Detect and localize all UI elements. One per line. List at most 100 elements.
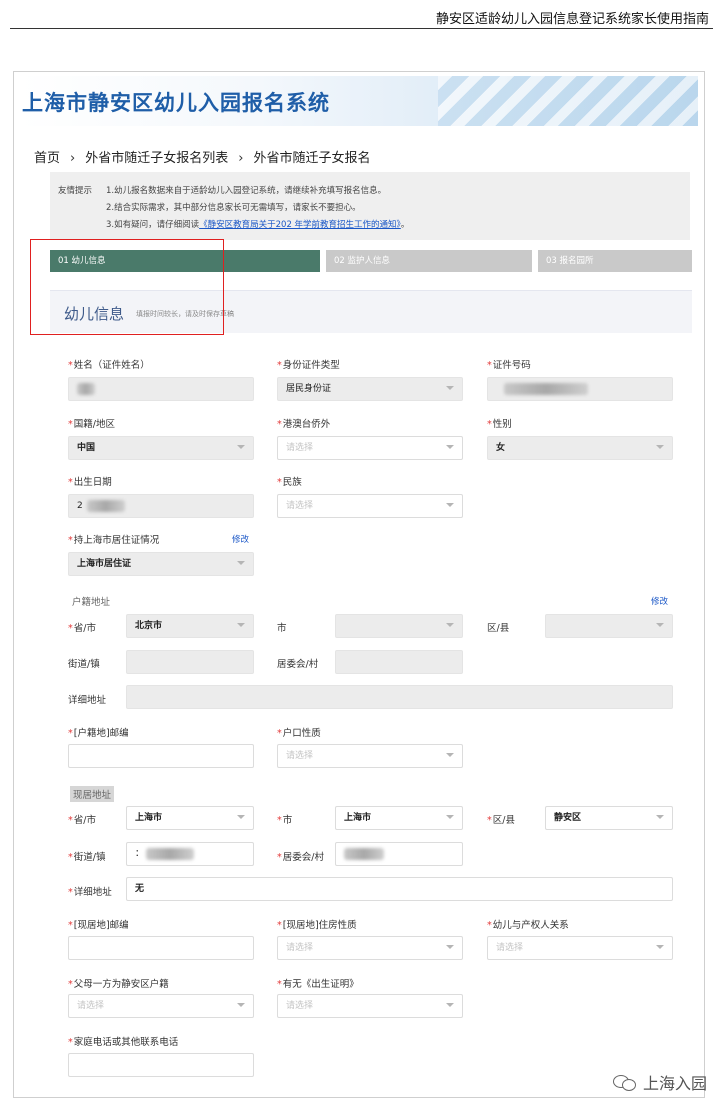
residence-permit-select[interactable]: 上海市居住证: [68, 552, 254, 576]
ethnicity-select[interactable]: 请选择: [277, 494, 463, 518]
hukou-street-input[interactable]: [126, 650, 254, 674]
site-title: 上海市静安区幼儿入园报名系统: [22, 91, 330, 115]
gender-select[interactable]: 女: [487, 436, 673, 460]
notice-label: 友情提示: [58, 186, 93, 196]
id-type-select[interactable]: 居民身份证: [277, 377, 463, 401]
chevron-down-icon: [237, 623, 245, 627]
breadcrumb-separator: ›: [70, 151, 76, 166]
residence-permit-edit-link[interactable]: 修改: [232, 533, 249, 545]
birth-cert-select[interactable]: 请选择: [277, 994, 463, 1018]
chevron-down-icon: [656, 945, 664, 949]
breadcrumb-home[interactable]: 首页: [34, 151, 60, 166]
current-zip-label: *[现居地]邮编: [68, 920, 129, 931]
gender-label: *性别: [487, 419, 512, 430]
site-banner: 上海市静安区幼儿入园报名系统: [20, 76, 698, 126]
wechat-icon: [612, 1073, 637, 1091]
parent-hukou-select[interactable]: 请选择: [68, 994, 254, 1018]
redacted-value: [146, 847, 195, 860]
hukou-street-label: 街道/镇: [68, 659, 100, 670]
notice-line-2: 2.结合实际需求，其中部分信息家长可无需填写，请家长不要担心。: [106, 203, 361, 213]
hukou-province-label: *省/市: [68, 623, 96, 634]
watermark: 上海入园: [612, 1070, 707, 1094]
housing-nature-select[interactable]: 请选择: [277, 936, 463, 960]
notice-line-3-prefix: 3.如有疑问，请仔细阅读: [106, 220, 200, 230]
parent-hukou-label: *父母一方为静安区户籍: [68, 979, 169, 990]
id-type-label: *身份证件类型: [277, 360, 340, 371]
notice-line-3-suffix: 。: [400, 220, 410, 230]
step-guardian-info[interactable]: 02 监护人信息: [326, 250, 532, 272]
chevron-down-icon: [656, 815, 664, 819]
chevron-down-icon: [446, 945, 454, 949]
chevron-down-icon: [446, 445, 454, 449]
document-header: 静安区适龄幼儿入园信息登记系统家长使用指南: [0, 0, 721, 30]
birth-date-label: *出生日期: [68, 477, 112, 488]
breadcrumb-current: 外省市随迁子女报名: [253, 151, 371, 166]
chevron-down-icon: [446, 815, 454, 819]
hukou-detail-label: 详细地址: [68, 695, 107, 706]
current-zip-input[interactable]: [68, 936, 254, 960]
notice-box: 友情提示 1.幼儿报名数据来自于适龄幼儿入园登记系统，请继续补充填写报名信息。 …: [50, 172, 690, 240]
current-committee-select[interactable]: [335, 842, 463, 866]
current-district-select[interactable]: 静安区: [545, 806, 673, 830]
current-province-label: *省/市: [68, 815, 96, 826]
hukou-province-select[interactable]: 北京市: [126, 614, 254, 638]
phone-label: *家庭电话或其他联系电话: [68, 1037, 179, 1048]
phone-input[interactable]: [68, 1053, 254, 1077]
id-number-input[interactable]: [487, 377, 673, 401]
current-committee-label: *居委会/村: [277, 852, 324, 863]
redacted-value: [86, 499, 125, 512]
hukou-committee-input[interactable]: [335, 650, 463, 674]
hukou-address-heading: 户籍地址: [72, 597, 111, 608]
chevron-down-icon: [237, 561, 245, 565]
birth-cert-label: *有无《出生证明》: [277, 979, 359, 990]
hukou-detail-input[interactable]: [126, 685, 673, 709]
chevron-down-icon: [446, 386, 454, 390]
ethnicity-label: *民族: [277, 477, 302, 488]
chevron-down-icon: [446, 623, 454, 627]
notice-link[interactable]: 《静安区教育局关于202 年学前教育招生工作的通知》: [199, 220, 401, 230]
current-street-label: *街道/镇: [68, 852, 106, 863]
nationality-label: *国籍/地区: [68, 419, 115, 430]
residence-permit-label: *持上海市居住证情况: [68, 535, 160, 546]
current-street-select[interactable]: ：: [126, 842, 254, 866]
breadcrumb-separator: ›: [238, 151, 244, 166]
chevron-down-icon: [237, 815, 245, 819]
current-province-select[interactable]: 上海市: [126, 806, 254, 830]
name-label: *姓名（证件姓名）: [68, 360, 150, 371]
hk-macau-label: *港澳台侨外: [277, 419, 331, 430]
screenshot-frame: 上海市静安区幼儿入园报名系统 首页 › 外省市随迁子女报名列表 › 外省市随迁子女报名 …: [13, 71, 705, 1098]
document-title: 静安区适龄幼儿入园信息登记系统家长使用指南: [435, 12, 709, 27]
hukou-address-edit-link[interactable]: 修改: [651, 595, 668, 607]
hukou-zip-input[interactable]: [68, 744, 254, 768]
hk-macau-select[interactable]: 请选择: [277, 436, 463, 460]
current-district-label: *区/县: [487, 815, 515, 826]
hukou-zip-label: *[户籍地]邮编: [68, 728, 129, 739]
current-city-select[interactable]: 上海市: [335, 806, 463, 830]
chevron-down-icon: [446, 1003, 454, 1007]
notice-line-1: 1.幼儿报名数据来自于适龄幼儿入园登记系统，请继续补充填写报名信息。: [106, 186, 387, 196]
hukou-district-select[interactable]: [545, 614, 673, 638]
redacted-value: [344, 847, 384, 860]
id-number-label: *证件号码: [487, 360, 531, 371]
current-detail-label: *详细地址: [68, 887, 112, 898]
current-detail-input[interactable]: 无: [126, 877, 673, 901]
name-input[interactable]: [68, 377, 254, 401]
birth-date-input[interactable]: 2: [68, 494, 254, 518]
chevron-down-icon: [237, 445, 245, 449]
hukou-nature-select[interactable]: 请选择: [277, 744, 463, 768]
chevron-down-icon: [237, 1003, 245, 1007]
chevron-down-icon: [656, 623, 664, 627]
hukou-district-label: 区/县: [487, 623, 510, 634]
nationality-select[interactable]: 中国: [68, 436, 254, 460]
current-address-heading: 现居地址: [70, 786, 115, 802]
highlight-box: [30, 239, 224, 335]
step-kindergarten[interactable]: 03 报名园所: [538, 250, 692, 272]
relation-select[interactable]: 请选择: [487, 936, 673, 960]
chevron-down-icon: [446, 753, 454, 757]
hukou-city-select[interactable]: [335, 614, 463, 638]
redacted-value: [504, 382, 588, 395]
breadcrumb: 首页 › 外省市随迁子女报名列表 › 外省市随迁子女报名: [34, 147, 370, 166]
breadcrumb-list[interactable]: 外省市随迁子女报名列表: [85, 151, 228, 166]
current-city-label: *市: [277, 815, 293, 826]
chevron-down-icon: [656, 445, 664, 449]
